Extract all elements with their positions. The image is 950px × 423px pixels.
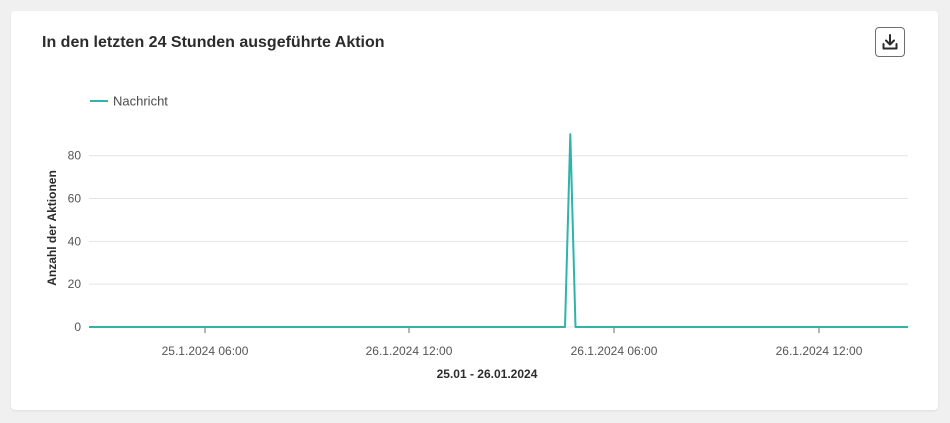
x-tick-label: 25.1.2024 06:00 [162, 344, 249, 358]
x-tick-label: 26.1.2024 12:00 [776, 344, 863, 358]
grid-lines [89, 155, 908, 328]
x-tick-label: 26.1.2024 06:00 [571, 344, 658, 358]
series-line-nachricht [89, 133, 908, 328]
legend[interactable]: Nachricht [90, 94, 168, 109]
series-lines [89, 133, 908, 328]
y-tick-label: 0 [74, 320, 81, 334]
x-axis-title: 25.01 - 26.01.2024 [437, 367, 538, 381]
y-axis-ticks: 0 20 40 60 80 [68, 149, 82, 334]
y-tick-label: 20 [68, 277, 82, 291]
y-tick-label: 80 [68, 149, 82, 163]
legend-label: Nachricht [113, 94, 168, 109]
y-axis-title: Anzahl der Aktionen [45, 170, 59, 286]
x-axis-ticks: 25.1.2024 06:00 26.1.2024 12:00 26.1.2024 … [162, 327, 863, 358]
x-tick-label: 26.1.2024 12:00 [366, 344, 453, 358]
line-chart: 0 20 40 60 80 25.1.2024 06:00 26.1.2024 12:00… [45, 94, 908, 381]
y-tick-label: 40 [68, 234, 82, 248]
y-tick-label: 60 [68, 192, 82, 206]
